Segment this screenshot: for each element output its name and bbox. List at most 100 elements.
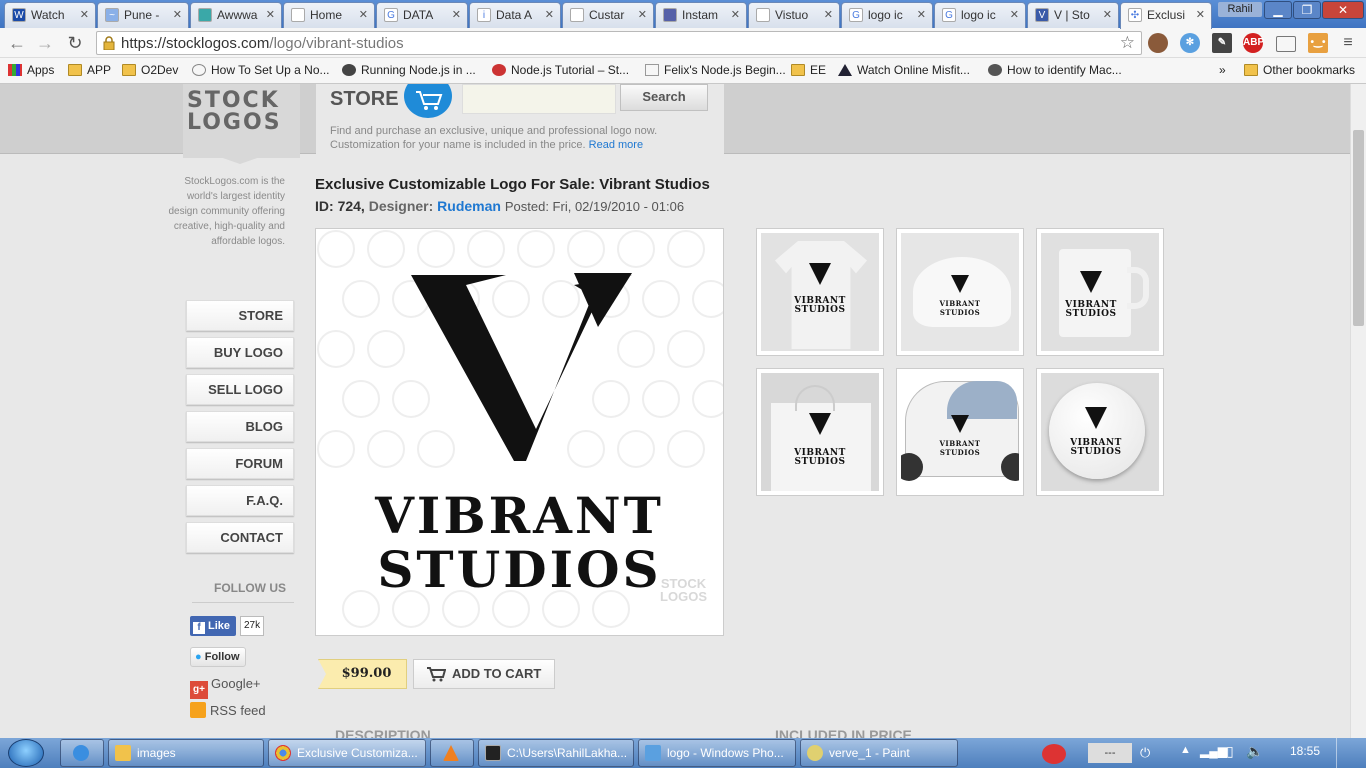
facebook-like[interactable]: f Like 27k [190, 616, 265, 636]
taskbar-cmd[interactable]: C:\Users\RahilLakha... [478, 739, 634, 767]
ie-icon[interactable] [60, 739, 104, 767]
close-tab-icon[interactable]: ✕ [1196, 8, 1205, 21]
photo-viewer-icon [645, 745, 661, 761]
browser-tab[interactable]: Glogo ic ✕ [841, 2, 933, 28]
taskbar-vlc[interactable] [430, 739, 474, 767]
thumb-car[interactable]: VIBRANT STUDIOS [896, 368, 1024, 496]
search-input[interactable] [462, 84, 616, 114]
taskbar-chrome[interactable]: Exclusive Customiza... [268, 739, 426, 767]
bookmark-mac[interactable]: How to identify Mac... [988, 63, 1122, 77]
nav-store[interactable]: STORE [186, 300, 294, 331]
bookmark-apps[interactable]: Apps [8, 63, 54, 77]
close-tab-icon[interactable]: ✕ [731, 8, 740, 21]
bookmark-node-tutorial[interactable]: Node.js Tutorial – St... [492, 63, 629, 77]
tray-app-icon[interactable] [1042, 744, 1066, 764]
nav-forum[interactable]: FORUM [186, 448, 294, 479]
close-tab-icon[interactable]: ✕ [452, 8, 461, 21]
clock[interactable]: 18:55 [1290, 744, 1320, 758]
add-to-cart-button[interactable]: ADD TO CART [413, 659, 555, 689]
bookmark-felix[interactable]: Felix's Node.js Begin... [645, 63, 786, 77]
twitter-follow-button[interactable]: ● Follow [190, 647, 246, 667]
battery-icon[interactable]: ▯ [1226, 743, 1234, 760]
browser-tab[interactable]: Home ✕ [283, 2, 375, 28]
browser-tab[interactable]: V V | Sto ✕ [1027, 2, 1119, 28]
maximize-button[interactable]: ❐ [1293, 1, 1321, 19]
close-tab-icon[interactable]: ✕ [1010, 8, 1019, 21]
paint-icon [807, 745, 823, 761]
network-icon[interactable]: ▂▄▆ [1200, 744, 1227, 758]
thumb-bag[interactable]: VIBRANT STUDIOS [756, 368, 884, 496]
nav-buy-logo[interactable]: BUY LOGO [186, 337, 294, 368]
browser-tab[interactable]: W Watch ✕ [4, 2, 96, 28]
thumb-tshirt[interactable]: VIBRANT STUDIOS [756, 228, 884, 356]
close-tab-icon[interactable]: ✕ [824, 8, 833, 21]
page-scrollbar[interactable] [1350, 84, 1366, 738]
close-tab-icon[interactable]: ✕ [917, 8, 926, 21]
taskbar-paint[interactable]: verve_1 - Paint [800, 739, 958, 767]
close-tab-icon[interactable]: ✕ [638, 8, 647, 21]
bookmark-misfit[interactable]: Watch Online Misfit... [838, 63, 970, 77]
bookmarks-overflow[interactable]: » [1219, 63, 1226, 77]
forward-icon[interactable]: → [34, 32, 56, 54]
close-tab-icon[interactable]: ✕ [173, 8, 182, 21]
address-bar[interactable]: https://stocklogos.com/logo/vibrant-stud… [96, 31, 1142, 55]
extension-avatar-icon[interactable] [1148, 33, 1168, 53]
minimize-button[interactable]: ▁ [1264, 1, 1292, 19]
extension-face-icon[interactable]: •‿• [1308, 33, 1328, 53]
bookmark-star-icon[interactable]: ☆ [1120, 33, 1135, 53]
close-tab-icon[interactable]: ✕ [545, 8, 554, 21]
thumb-yoyo[interactable]: VIBRANT STUDIOS [1036, 368, 1164, 496]
bookmark-setup[interactable]: How To Set Up a No... [192, 63, 330, 77]
close-tab-icon[interactable]: ✕ [80, 8, 89, 21]
cast-icon[interactable] [1276, 36, 1296, 52]
bookmark-nodejs[interactable]: Running Node.js in ... [342, 63, 476, 77]
taskbar-photo-viewer[interactable]: logo - Windows Pho... [638, 739, 796, 767]
volume-icon[interactable]: 🔈 [1246, 743, 1263, 760]
bookmark-o2dev[interactable]: O2Dev [122, 63, 178, 77]
tray-input[interactable]: --- [1088, 743, 1132, 763]
site-logo[interactable]: STOCK LOGOS [183, 84, 300, 158]
browser-tab[interactable]: i Data A ✕ [469, 2, 561, 28]
close-window-button[interactable]: ✕ [1322, 1, 1364, 19]
browser-tab[interactable]: ✣ Exclusi ✕ [1120, 2, 1212, 29]
browser-tab[interactable]: Awwwa ✕ [190, 2, 282, 28]
nav-faq[interactable]: F.A.Q. [186, 485, 294, 516]
thumb-mug[interactable]: VIBRANT STUDIOS [1036, 228, 1164, 356]
google-plus-link[interactable]: g+ Google+ [190, 676, 261, 699]
power-icon[interactable]: ⏻ [1140, 745, 1160, 761]
rss-feed-link[interactable]: RSS feed [190, 702, 266, 718]
browser-tab[interactable]: Vistuo ✕ [748, 2, 840, 28]
adblock-icon[interactable]: ABP [1243, 33, 1264, 53]
designer-link[interactable]: Rudeman [437, 198, 501, 214]
browser-tab[interactable]: ~ Pune - ✕ [97, 2, 189, 28]
nav-sell-logo[interactable]: SELL LOGO [186, 374, 294, 405]
bookmark-app[interactable]: APP [68, 63, 111, 77]
thumb-cap[interactable]: VIBRANT STUDIOS [896, 228, 1024, 356]
search-button[interactable]: Search [620, 84, 708, 111]
extension-feedly-icon[interactable]: ✻ [1180, 33, 1200, 53]
nav-blog[interactable]: BLOG [186, 411, 294, 442]
show-desktop-button[interactable] [1336, 738, 1366, 768]
tray-expand-icon[interactable]: ▲ [1180, 744, 1191, 756]
bookmark-ee[interactable]: EE [791, 63, 826, 77]
extension-eyedropper-icon[interactable]: ✎ [1212, 33, 1232, 53]
back-icon[interactable]: ← [6, 32, 28, 54]
close-tab-icon[interactable]: ✕ [1103, 8, 1112, 21]
facebook-like-button[interactable]: f Like [190, 616, 236, 636]
taskbar-images[interactable]: images [108, 739, 264, 767]
scrollbar-thumb[interactable] [1353, 130, 1364, 326]
reload-icon[interactable]: ↻ [64, 32, 86, 54]
start-button[interactable] [8, 739, 44, 767]
close-tab-icon[interactable]: ✕ [266, 8, 275, 21]
other-bookmarks[interactable]: Other bookmarks [1244, 63, 1355, 77]
browser-tab[interactable]: Custar ✕ [562, 2, 654, 28]
browser-tab[interactable]: Glogo ic ✕ [934, 2, 1026, 28]
profile-button[interactable]: Rahil [1218, 2, 1262, 17]
browser-tab[interactable]: G DATA ✕ [376, 2, 468, 28]
nav-contact[interactable]: CONTACT [186, 522, 294, 553]
browser-tab[interactable]: Instam ✕ [655, 2, 747, 28]
close-tab-icon[interactable]: ✕ [359, 8, 368, 21]
read-more-link[interactable]: Read more [589, 139, 643, 151]
main-logo-image[interactable]: VIBRANT STUDIOS STOCK LOGOS [315, 228, 724, 636]
menu-icon[interactable]: ≡ [1338, 33, 1358, 53]
